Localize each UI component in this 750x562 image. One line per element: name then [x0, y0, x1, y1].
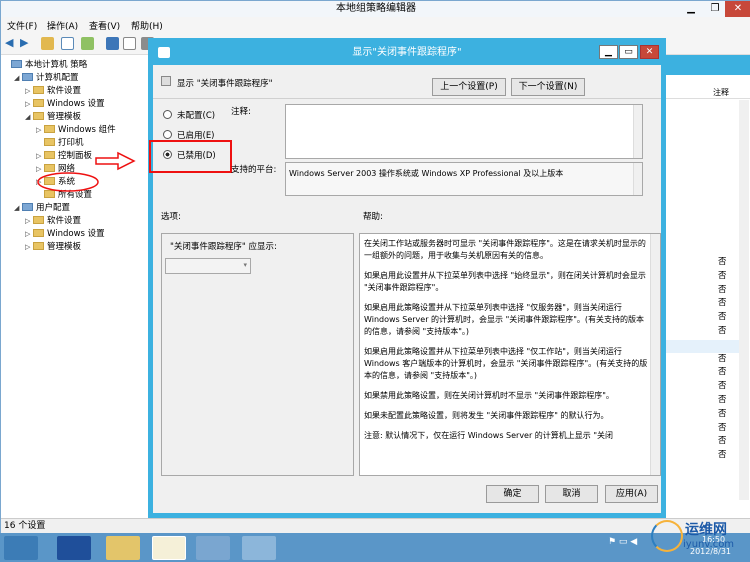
dialog-minimize-button[interactable]: ▁: [599, 45, 618, 59]
prev-setting-button[interactable]: 上一个设置(P): [432, 78, 506, 96]
system-circle-annotation: [37, 172, 99, 192]
setting-icon: [161, 76, 171, 86]
radio-not-configured-label[interactable]: 未配置(C): [177, 109, 215, 121]
watermark-logo: [651, 520, 683, 552]
ok-button[interactable]: 确定: [486, 485, 539, 503]
options-label: 选项:: [161, 212, 181, 222]
dialog-title-bar: 显示"关闭事件跟踪程序" ▁ ▭ ✕: [153, 43, 661, 65]
radio-not-configured[interactable]: [163, 110, 172, 119]
help-paragraph: 注意: 默认情况下，仅在运行 Windows Server 的计算机上显示 "关…: [364, 431, 614, 440]
policy-icon: [158, 47, 170, 58]
watermark-text: 运维网: [685, 522, 727, 538]
dialog-title: 显示"关闭事件跟踪程序": [352, 47, 462, 58]
help-paragraph: 如果启用此设置并从下拉菜单列表中选择 "始终显示"，则在闭关计算机时会显示 "关…: [364, 271, 646, 292]
option-dropdown[interactable]: ▾: [165, 258, 251, 274]
supported-value: Windows Server 2003 操作系统或 Windows XP Pro…: [289, 169, 564, 178]
comment-scrollbar[interactable]: [633, 105, 642, 158]
help-text: 在关闭工作站或服务器时可显示 "关闭事件跟踪程序"。这是在请求关机时显示的一组额…: [364, 238, 651, 450]
comment-label: 注释:: [231, 107, 251, 117]
powershell-icon[interactable]: [57, 536, 91, 560]
radio-enabled[interactable]: [163, 130, 172, 139]
arrow-annotation: [95, 151, 136, 171]
options-panel: "关闭事件跟踪程序" 应显示: ▾: [161, 233, 354, 476]
explorer-icon[interactable]: [106, 536, 140, 560]
server-manager-icon[interactable]: [4, 536, 38, 560]
policy-editor-taskbar-icon[interactable]: [152, 536, 186, 560]
option-text: "关闭事件跟踪程序" 应显示:: [170, 242, 277, 252]
setting-name: 显示 "关闭事件跟踪程序": [177, 79, 273, 89]
dialog-maximize-button[interactable]: ▭: [619, 45, 638, 59]
tray-icon[interactable]: ⚑ ▭ ◀: [608, 537, 637, 547]
next-setting-button[interactable]: 下一个设置(N): [511, 78, 585, 96]
apply-button[interactable]: 应用(A): [605, 485, 658, 503]
help-paragraph: 如果禁用此策略设置，则在关闭计算机时不显示 "关闭事件跟踪程序"。: [364, 391, 614, 400]
help-scrollbar[interactable]: [650, 234, 660, 475]
divider: [153, 98, 661, 99]
app-icon[interactable]: [242, 536, 276, 560]
supported-scrollbar[interactable]: [633, 163, 642, 195]
help-label: 帮助:: [363, 212, 383, 222]
help-paragraph: 在关闭工作站或服务器时可显示 "关闭事件跟踪程序"。这是在请求关机时显示的一组额…: [364, 239, 646, 260]
chevron-down-icon: ▾: [243, 261, 247, 269]
help-paragraph: 如果启用此策略设置并从下拉菜单列表中选择 "仅服务器"，则当关闭运行 Windo…: [364, 303, 645, 336]
watermark: 运维网 iyunv.com: [649, 517, 749, 560]
disabled-highlight-annotation: [149, 140, 232, 173]
help-paragraph: 如果启用此策略设置并从下拉菜单列表中选择 "仅工作站"，则当关闭运行 Windo…: [364, 347, 648, 380]
taskbar: ⚑ ▭ ◀ 16:50 2012/8/31: [0, 533, 750, 562]
help-paragraph: 如果未配置此策略设置，则将发生 "关闭事件跟踪程序" 的默认行为。: [364, 411, 609, 420]
supported-label: 支持的平台:: [231, 165, 277, 175]
dialog-close-button[interactable]: ✕: [640, 45, 659, 59]
cancel-button[interactable]: 取消: [545, 485, 598, 503]
help-panel: 在关闭工作站或服务器时可显示 "关闭事件跟踪程序"。这是在请求关机时显示的一组额…: [359, 233, 661, 476]
paint-icon[interactable]: [196, 536, 230, 560]
watermark-url: iyunv.com: [683, 539, 735, 550]
comment-field[interactable]: [285, 104, 643, 159]
supported-field: Windows Server 2003 操作系统或 Windows XP Pro…: [285, 162, 643, 196]
policy-dialog: 显示"关闭事件跟踪程序" ▁ ▭ ✕ 显示 "关闭事件跟踪程序" 上一个设置(P…: [148, 38, 666, 518]
